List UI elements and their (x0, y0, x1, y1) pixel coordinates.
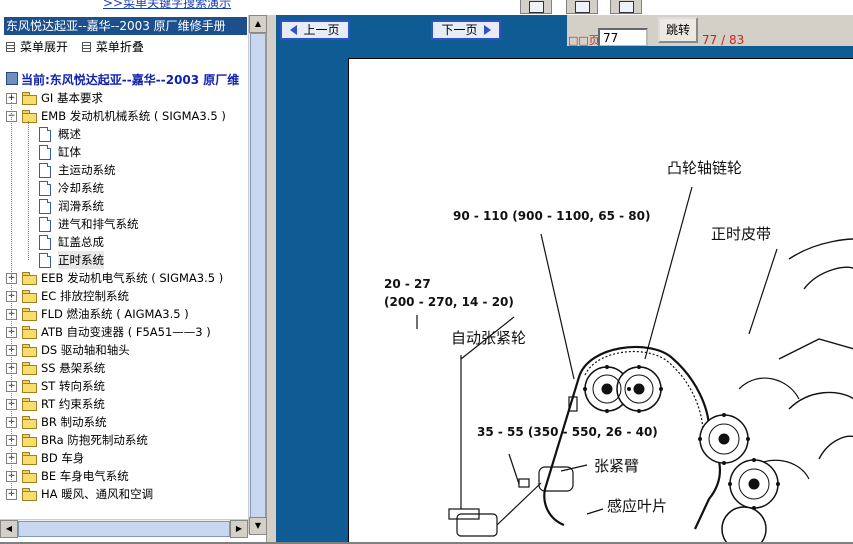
tree-item-label: 进气和排气系统 (58, 217, 139, 231)
prev-page-label: 上一页 (303, 23, 340, 37)
document-icon (39, 217, 51, 232)
folder-icon (22, 398, 37, 411)
prev-page-button[interactable]: 上一页 (280, 20, 350, 40)
next-page-label: 下一页 (441, 23, 478, 37)
vertical-scrollbar[interactable]: ▲ ▼ (248, 15, 267, 535)
jump-button[interactable]: 跳转 (658, 17, 698, 43)
document-icon (39, 199, 51, 214)
window-icon (575, 1, 590, 13)
folder-icon (22, 380, 37, 393)
tree-item-label: RT 约束系统 (41, 397, 105, 411)
arrow-left-icon (290, 25, 298, 35)
tree-item-label: EEB 发动机电气系统 ( SIGMA3.5 ) (41, 271, 224, 285)
label-timing-belt: 正时皮带 (711, 225, 772, 243)
tree-item-label: 缸体 (58, 145, 81, 159)
tree-item-label: EMB 发动机机械系统 ( SIGMA3.5 ) (41, 109, 226, 123)
scroll-down-icon[interactable]: ▼ (249, 517, 267, 535)
list-icon (81, 42, 91, 52)
tree-item-label: 缸盖总成 (58, 235, 104, 249)
page-number-input[interactable] (598, 28, 648, 47)
tree-item-label: HA 暖风、通风和空调 (41, 487, 154, 501)
label-sensor-plate: 感应叶片 (607, 497, 668, 515)
current-location-label: 当前:东风悦达起亚--嘉华--2003 原厂维 (21, 73, 240, 87)
folder-icon (22, 290, 37, 303)
page-count: 77 / 83 (702, 33, 745, 47)
document-icon (39, 163, 51, 178)
window-icon (529, 1, 544, 13)
torque-spec-tensioner-b: (200 - 270, 14 - 20) (384, 295, 514, 309)
page-toolbar: 上一页 下一页 (276, 15, 853, 46)
folder-icon (22, 488, 37, 501)
window-icon (619, 1, 634, 13)
folder-icon (22, 452, 37, 465)
folder-icon (22, 326, 37, 339)
document-viewer: 90 - 110 (900 - 1100, 65 - 80) 20 - 27 (… (276, 46, 853, 543)
toolbar-button-3[interactable] (610, 0, 642, 14)
tree-item-label: ATB 自动变速器 ( F5A51——3 ) (41, 325, 211, 339)
label-cam-sprocket: 凸轮轴链轮 (667, 159, 743, 177)
next-page-button[interactable]: 下一页 (431, 20, 501, 40)
list-icon (6, 42, 15, 52)
tree-item-label: 润滑系统 (58, 199, 104, 213)
tree-item-label: EC 排放控制系统 (41, 289, 129, 303)
scroll-thumb-horizontal[interactable] (18, 521, 230, 537)
scroll-right-icon[interactable]: ▶ (230, 520, 248, 538)
horizontal-scrollbar[interactable]: ◀ ▶ (0, 519, 248, 538)
top-strip: >>菜单关键字搜索演示 (0, 0, 853, 15)
folder-icon (22, 308, 37, 321)
manual-title[interactable]: 东风悦达起亚--嘉华--2003 原厂维修手册 (4, 17, 247, 35)
folder-icon (22, 416, 37, 429)
tree-item-label: BRa 防抱死制动系统 (41, 433, 148, 447)
computer-icon (6, 72, 18, 85)
tree-item-label: ST 转向系统 (41, 379, 105, 393)
expand-menu-button[interactable]: 菜单展开 (6, 38, 68, 55)
tree-item-label: BR 制动系统 (41, 415, 107, 429)
scroll-up-icon[interactable]: ▲ (249, 15, 267, 33)
current-location: 当前:东风悦达起亚--嘉华--2003 原厂维 (6, 71, 246, 88)
collapse-menu-label: 菜单折叠 (95, 40, 144, 54)
folder-icon (22, 110, 37, 123)
torque-spec-cam-bolt: 90 - 110 (900 - 1100, 65 - 80) (453, 209, 651, 223)
tree-item-label: SS 悬架系统 (41, 361, 106, 375)
folder-icon (22, 362, 37, 375)
folder-icon (22, 470, 37, 483)
scroll-left-icon[interactable]: ◀ (0, 520, 18, 538)
manual-page: 90 - 110 (900 - 1100, 65 - 80) 20 - 27 (… (348, 58, 853, 543)
document-icon (39, 235, 51, 250)
tree-connector (11, 102, 12, 494)
tree-item-label: DS 驱动轴和轴头 (41, 343, 130, 357)
tree-item-label: BE 车身电气系统 (41, 469, 129, 483)
tree-item-label: 正时系统 (58, 251, 104, 269)
navigation-panel: 东风悦达起亚--嘉华--2003 原厂维修手册 菜单展开 菜单折叠 当前:东风悦… (0, 15, 267, 542)
scroll-thumb[interactable] (250, 33, 266, 519)
torque-spec-tensioner-a: 20 - 27 (384, 277, 431, 291)
document-icon (39, 145, 51, 160)
tree-connector (28, 121, 29, 260)
tree-item-label: 冷却系统 (58, 181, 104, 195)
tree-controls: 菜单展开 菜单折叠 (6, 38, 154, 55)
folder-icon (22, 344, 37, 357)
collapse-menu-button[interactable]: 菜单折叠 (81, 38, 144, 55)
folder-icon (22, 434, 37, 447)
tree-item-label: FLD 燃油系统 ( AIGMA3.5 ) (41, 307, 189, 321)
folder-icon (22, 272, 37, 285)
torque-spec-arm-bolt: 35 - 55 (350 - 550, 26 - 40) (477, 425, 658, 439)
label-auto-tensioner: 自动张紧轮 (451, 329, 527, 347)
label-tension-arm: 张紧臂 (594, 457, 640, 475)
folder-icon (22, 92, 37, 105)
expand-menu-label: 菜单展开 (20, 40, 69, 54)
document-icon (39, 127, 51, 142)
document-icon (39, 181, 51, 196)
tree-item-label: GI 基本要求 (41, 91, 103, 105)
document-icon (39, 253, 51, 268)
keyword-search-link[interactable]: >>菜单关键字搜索演示 (103, 0, 231, 11)
tree-item-label: 主运动系统 (58, 163, 116, 177)
arrow-right-icon (483, 25, 491, 35)
tree-item-label: BD 车身 (41, 451, 85, 465)
tree-item-label: 概述 (58, 127, 81, 141)
toolbar-button-2[interactable] (566, 0, 598, 14)
toolbar-button-1[interactable] (520, 0, 552, 14)
